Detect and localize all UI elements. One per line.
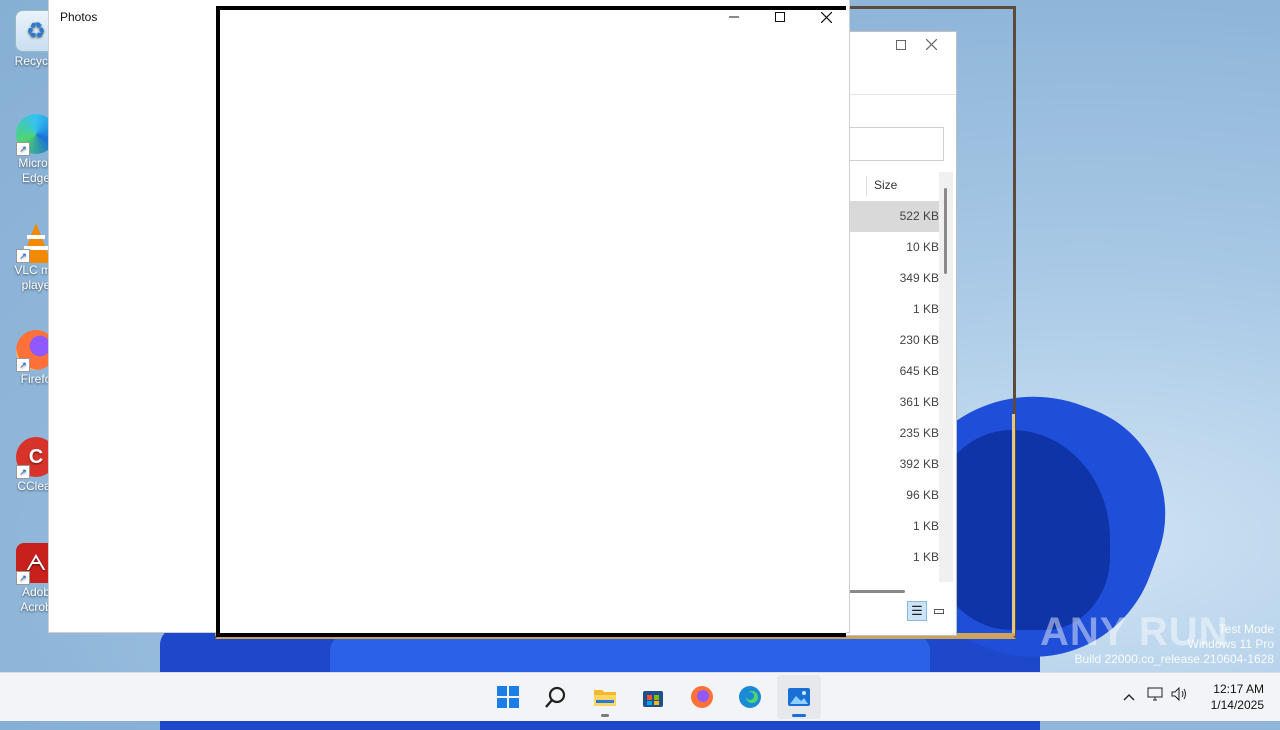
firefox-icon: [690, 686, 713, 708]
file-row-size[interactable]: 522 KB: [841, 201, 941, 232]
taskbar-edge-button[interactable]: [728, 675, 772, 719]
file-row-size[interactable]: 230 KB: [841, 325, 941, 356]
photos-window[interactable]: Photos: [48, 0, 850, 637]
shortcut-arrow-icon: ↗: [16, 465, 30, 479]
test-mode-watermark: Test Mode Windows 11 Pro Build 22000.co_…: [1075, 622, 1275, 667]
photos-icon: [787, 688, 810, 706]
file-row-size[interactable]: 349 KB: [841, 263, 941, 294]
taskbar-clock[interactable]: 12:17 AM 1/14/2025: [1211, 681, 1264, 713]
file-row-size[interactable]: 1 KB: [841, 511, 941, 542]
search-icon: [545, 686, 566, 708]
running-indicator: [600, 714, 609, 717]
file-row-size[interactable]: 361 KB: [841, 387, 941, 418]
maximize-button[interactable]: [886, 38, 916, 53]
file-row-size[interactable]: 645 KB: [841, 356, 941, 387]
volume-icon[interactable]: [1170, 686, 1188, 705]
horizontal-scrollbar[interactable]: [841, 590, 905, 593]
taskbar-apps: [486, 673, 821, 721]
column-separator: [866, 176, 867, 196]
view-toggle: ☰ ▭: [907, 601, 951, 621]
file-explorer-window[interactable]: Size 522 KB 10 KB 349 KB 1 KB 230 KB 645 KB 36…: [840, 31, 957, 636]
image-frame-edge: [1012, 414, 1015, 636]
explorer-toolbar-divider: [841, 94, 956, 95]
image-canvas[interactable]: [216, 6, 846, 637]
shortcut-arrow-icon: ↗: [16, 358, 30, 372]
os-edition-line: Windows 11 Pro: [1187, 637, 1274, 651]
taskbar-photos-button[interactable]: [776, 675, 821, 719]
clock-time: 12:17 AM: [1213, 682, 1264, 696]
taskbar-firefox-button[interactable]: [680, 675, 724, 719]
taskbar-file-explorer-button[interactable]: [583, 675, 627, 719]
edge-icon: [739, 686, 762, 708]
minimize-icon: [729, 16, 739, 18]
vertical-scrollbar[interactable]: [939, 172, 953, 582]
store-icon: [643, 691, 664, 707]
window-controls: [711, 0, 849, 32]
file-row-size[interactable]: 1 KB: [841, 542, 941, 573]
clock-date: 1/14/2025: [1210, 698, 1264, 712]
large-icons-view-button[interactable]: ▭: [929, 601, 949, 621]
shortcut-arrow-icon: ↗: [16, 142, 30, 156]
maximize-button[interactable]: [757, 0, 803, 32]
windows-start-icon: [497, 686, 519, 708]
chevron-up-icon[interactable]: [1120, 687, 1138, 705]
file-list: 522 KB 10 KB 349 KB 1 KB 230 KB 645 KB 361 KB 2…: [841, 201, 941, 573]
close-button[interactable]: [803, 0, 849, 32]
system-tray: 12:17 AM 1/14/2025: [1120, 673, 1280, 721]
explorer-window-controls: [886, 38, 946, 53]
network-icon[interactable]: [1146, 687, 1164, 705]
maximize-icon: [775, 12, 785, 23]
close-icon: [820, 11, 832, 24]
close-button[interactable]: [916, 38, 946, 53]
file-row-size[interactable]: 96 KB: [841, 480, 941, 511]
running-indicator: [791, 714, 806, 717]
taskbar: 12:17 AM 1/14/2025: [0, 672, 1280, 721]
taskbar-store-button[interactable]: [631, 675, 675, 719]
build-line: Build 22000.co_release.210604-1628: [1074, 652, 1275, 666]
test-mode-line: Test Mode: [1218, 622, 1274, 636]
minimize-button[interactable]: [711, 0, 757, 32]
taskbar-start-button[interactable]: [486, 675, 530, 719]
shortcut-arrow-icon: ↗: [16, 249, 30, 263]
folder-icon: [593, 690, 616, 706]
shortcut-arrow-icon: ↗: [16, 571, 30, 585]
scrollbar-thumb[interactable]: [944, 188, 947, 274]
window-title: Photos: [60, 10, 98, 24]
details-view-button[interactable]: ☰: [907, 601, 927, 621]
taskbar-search-button[interactable]: [534, 675, 578, 719]
file-row-size[interactable]: 1 KB: [841, 294, 941, 325]
file-row-size[interactable]: 10 KB: [841, 232, 941, 263]
column-header-size[interactable]: Size: [874, 178, 897, 192]
search-input[interactable]: [841, 127, 944, 161]
file-row-size[interactable]: 235 KB: [841, 418, 941, 449]
file-row-size[interactable]: 392 KB: [841, 449, 941, 480]
